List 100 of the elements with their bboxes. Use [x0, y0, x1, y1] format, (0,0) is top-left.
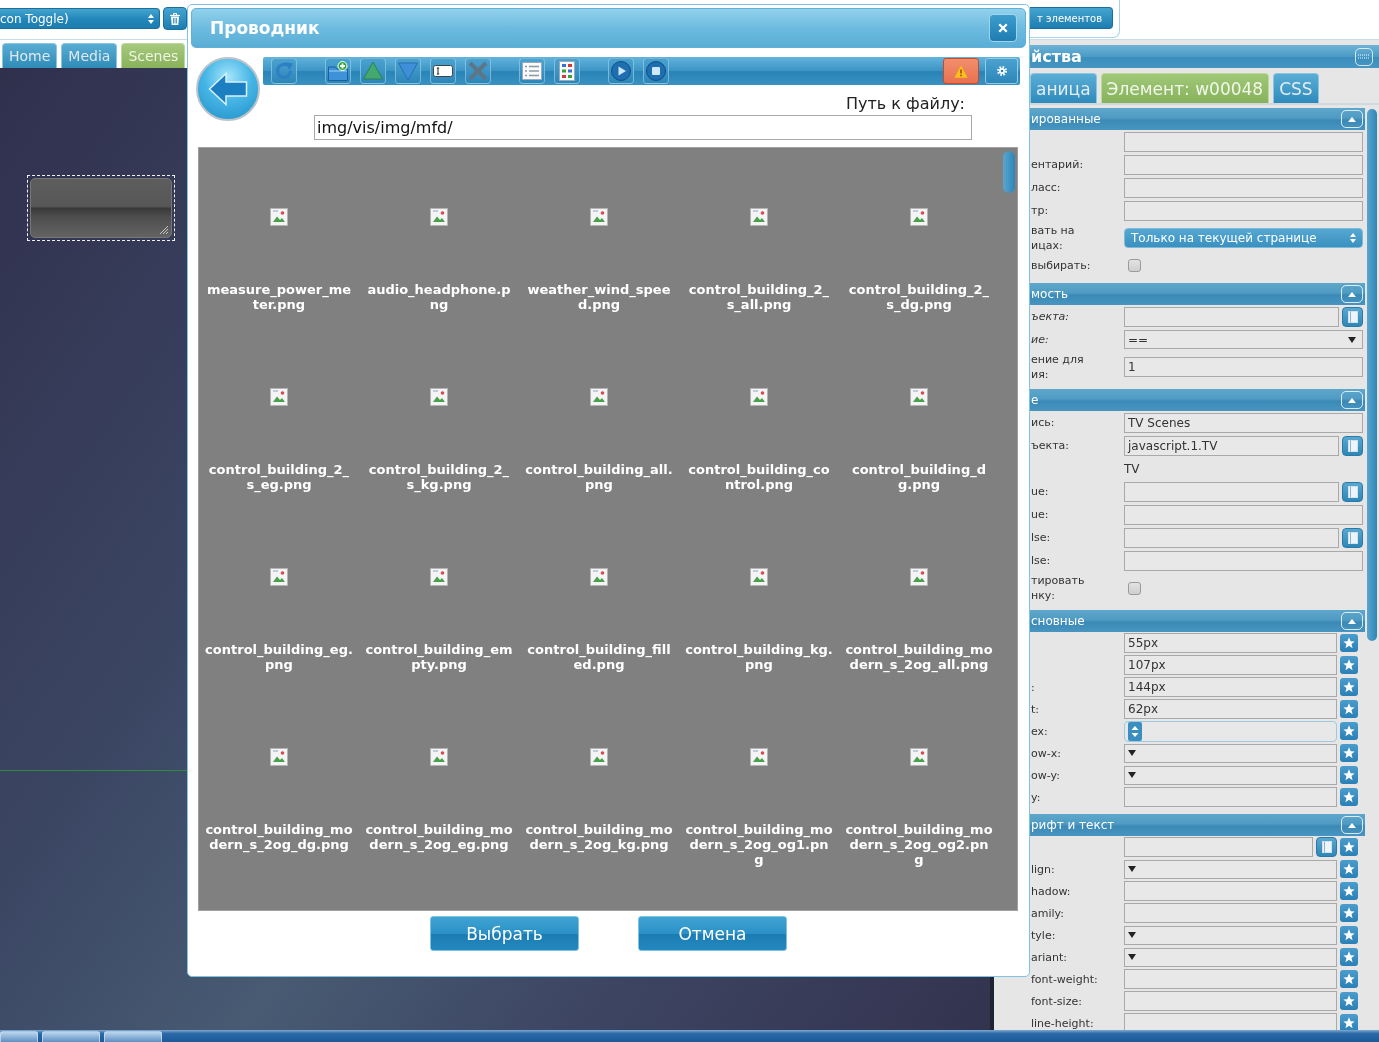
select-field[interactable]: Только на текущей странице — [1124, 228, 1363, 248]
star-button[interactable] — [1340, 948, 1358, 966]
text-field[interactable] — [1124, 154, 1363, 175]
star-button[interactable] — [1340, 700, 1358, 718]
number-field[interactable] — [1124, 720, 1337, 742]
star-button[interactable] — [1340, 634, 1358, 652]
text-field[interactable]: 55px — [1124, 633, 1337, 653]
new-folder-button[interactable] — [325, 58, 351, 84]
taskbar-button[interactable] — [0, 1031, 38, 1042]
picker-button[interactable] — [1342, 527, 1363, 548]
dropdown-field[interactable] — [1124, 743, 1337, 763]
warning-button[interactable] — [943, 58, 979, 84]
scrollbar-thumb[interactable] — [1367, 109, 1377, 641]
picker-button[interactable] — [1342, 306, 1363, 327]
file-name[interactable]: control_building_2_s_kg.png — [365, 462, 513, 492]
picker-button[interactable] — [1342, 481, 1363, 502]
file-name[interactable]: control_building_modern_s_2og_all.png — [845, 642, 993, 672]
text-field[interactable] — [1124, 969, 1337, 989]
dropdown-field[interactable] — [1124, 925, 1337, 945]
file-name[interactable]: control_building_2_s_eg.png — [205, 462, 353, 492]
scrollbar-thumb[interactable] — [1003, 151, 1015, 193]
star-button[interactable] — [1340, 838, 1358, 856]
text-field[interactable] — [1124, 131, 1363, 152]
dropdown-field[interactable] — [1124, 947, 1337, 967]
text-field[interactable] — [1124, 1013, 1337, 1030]
delete-button[interactable] — [163, 7, 187, 30]
stop-button[interactable] — [643, 58, 669, 84]
delete-file-button[interactable] — [465, 58, 491, 84]
star-button[interactable] — [1340, 744, 1358, 762]
collapse-button[interactable] — [1341, 391, 1363, 409]
checkbox[interactable] — [1128, 259, 1141, 272]
checkbox[interactable] — [1128, 581, 1141, 595]
text-field[interactable]: TV Scenes — [1124, 412, 1363, 433]
dropdown-field[interactable]: == — [1124, 330, 1363, 349]
path-field[interactable]: img/vis/img/mfd/ — [314, 115, 972, 140]
move-up-button[interactable] — [360, 58, 386, 84]
rename-button[interactable] — [430, 58, 456, 84]
star-button[interactable] — [1340, 926, 1358, 944]
file-name[interactable]: control_building_modern_s_2og_eg.png — [365, 822, 513, 852]
picker-button[interactable] — [1342, 435, 1363, 456]
star-button[interactable] — [1340, 722, 1358, 740]
view-select[interactable]: con Toggle) — [0, 8, 160, 29]
text-field[interactable] — [1124, 991, 1337, 1011]
text-field[interactable] — [1124, 837, 1313, 857]
text-field[interactable] — [1124, 177, 1363, 198]
tile-view-button[interactable] — [554, 58, 580, 84]
star-button[interactable] — [1340, 766, 1358, 784]
text-field[interactable]: 1 — [1124, 357, 1363, 377]
elements-button[interactable]: т элементов — [1030, 7, 1113, 29]
file-name[interactable]: control_building_eg.png — [205, 642, 353, 672]
move-down-button[interactable] — [395, 58, 421, 84]
star-button[interactable] — [1340, 860, 1358, 878]
panel-menu-button[interactable] — [1355, 47, 1373, 66]
taskbar-button[interactable] — [42, 1031, 100, 1042]
star-button[interactable] — [1340, 678, 1358, 696]
file-name[interactable]: audio_headphone.png — [365, 282, 513, 312]
text-field[interactable] — [1124, 481, 1339, 502]
star-button[interactable] — [1340, 882, 1358, 900]
text-field[interactable] — [1124, 504, 1363, 525]
file-name[interactable]: weather_wind_speed.png — [525, 282, 673, 312]
refresh-button[interactable] — [271, 58, 297, 84]
collapse-button[interactable] — [1341, 612, 1363, 630]
star-button[interactable] — [1340, 992, 1358, 1010]
text-field[interactable] — [1124, 200, 1363, 221]
file-name[interactable]: control_building_filled.png — [525, 642, 673, 672]
star-button[interactable] — [1340, 788, 1358, 806]
text-field[interactable] — [1124, 787, 1337, 807]
text-field[interactable]: 144px — [1124, 677, 1337, 697]
play-button[interactable] — [608, 58, 634, 84]
view-tab[interactable]: Home — [2, 43, 58, 68]
star-button[interactable] — [1340, 970, 1358, 988]
taskbar-button[interactable] — [104, 1031, 162, 1042]
star-button[interactable] — [1340, 656, 1358, 674]
list-view-button[interactable] — [519, 58, 545, 84]
text-field[interactable]: 107px — [1124, 655, 1337, 675]
tab[interactable]: Элемент: w00048 — [1100, 73, 1270, 103]
view-tab[interactable]: Media — [61, 43, 118, 68]
file-name[interactable]: control_building_kg.png — [685, 642, 833, 672]
select-button[interactable]: Выбрать — [430, 916, 579, 951]
text-field[interactable] — [1124, 903, 1337, 923]
star-button[interactable] — [1340, 904, 1358, 922]
picker-button[interactable] — [1316, 837, 1337, 857]
text-field[interactable]: 62px — [1124, 699, 1337, 719]
close-button[interactable] — [989, 14, 1017, 42]
tab[interactable]: аница — [1030, 73, 1097, 103]
dropdown-field[interactable] — [1124, 765, 1337, 785]
text-field[interactable]: javascript.1.TV — [1124, 435, 1339, 456]
dropdown-field[interactable] — [1124, 859, 1337, 879]
star-button[interactable] — [1340, 1014, 1358, 1030]
file-name[interactable]: control_building_modern_s_2og_og1.png — [685, 822, 833, 867]
file-name[interactable]: control_building_control.png — [685, 462, 833, 492]
text-field[interactable] — [1124, 306, 1339, 327]
tab[interactable]: CSS — [1273, 73, 1319, 103]
collapse-button[interactable] — [1341, 110, 1363, 128]
text-field[interactable] — [1124, 550, 1363, 571]
file-name[interactable]: control_building_dg.png — [845, 462, 993, 492]
file-name[interactable]: control_building_empty.png — [365, 642, 513, 672]
file-name[interactable]: measure_power_meter.png — [205, 282, 353, 312]
cancel-button[interactable]: Отмена — [638, 916, 787, 951]
file-name[interactable]: control_building_modern_s_2og_dg.png — [205, 822, 353, 852]
